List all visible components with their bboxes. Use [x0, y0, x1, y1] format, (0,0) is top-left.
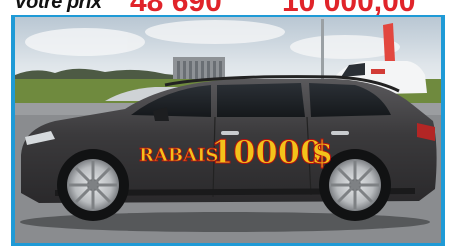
- decal-word: RABAIS: [139, 145, 219, 166]
- price-label: Votre prix: [14, 0, 102, 13]
- red-flag: [383, 23, 395, 63]
- photo-frame: RABAIS 10000 $: [11, 15, 445, 246]
- front-wheel: [57, 149, 129, 221]
- decal-amount: 10000: [211, 133, 322, 171]
- new-price: 10 000,00: [282, 0, 415, 16]
- price-banner: Votre prix 48 690 10 000,00: [0, 0, 456, 16]
- old-price: 48 690: [130, 0, 222, 16]
- door-handle-rear: [331, 131, 349, 135]
- window-middle: [217, 83, 305, 117]
- car-photo[interactable]: RABAIS 10000 $: [15, 17, 441, 243]
- light-pole: [321, 19, 324, 81]
- decal-currency: $: [311, 133, 333, 171]
